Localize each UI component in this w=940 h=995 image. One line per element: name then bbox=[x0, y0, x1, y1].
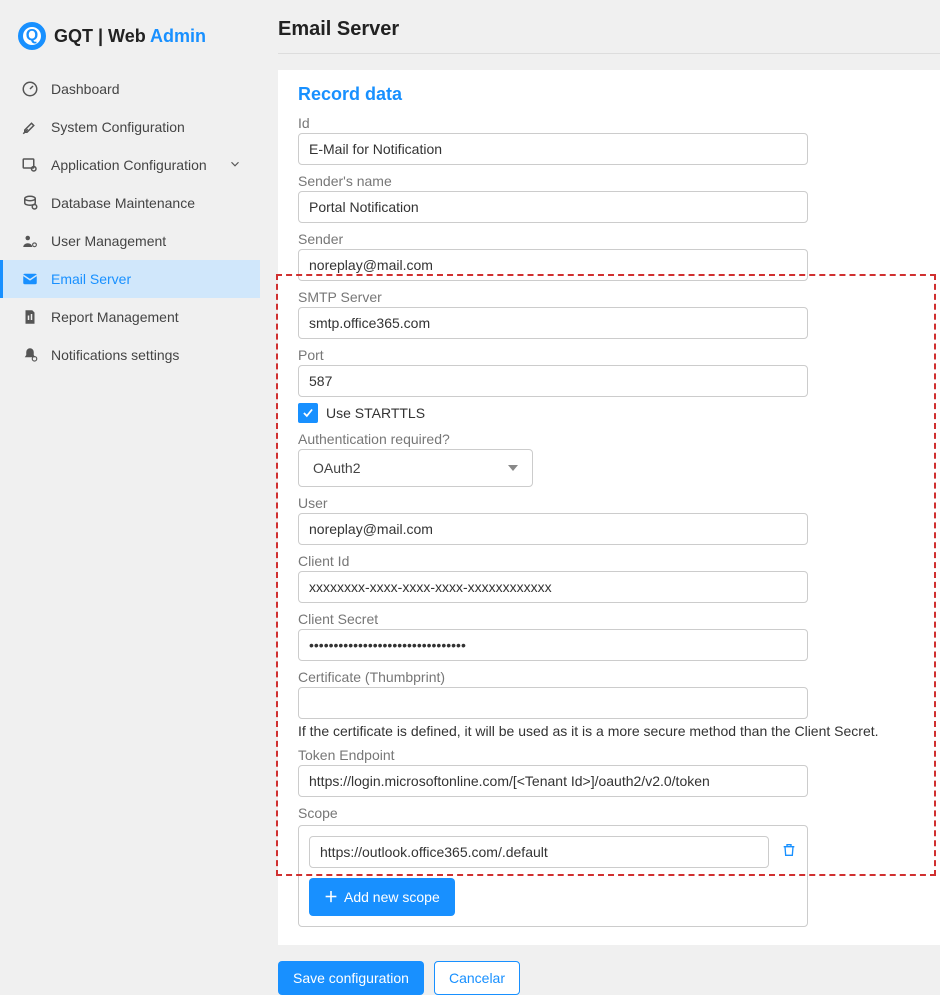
auth-select[interactable]: OAuth2 bbox=[298, 449, 533, 487]
sidebar-item-label: Notifications settings bbox=[51, 347, 179, 363]
sender-name-label: Sender's name bbox=[298, 173, 920, 189]
clientid-label: Client Id bbox=[298, 553, 920, 569]
sender-input[interactable] bbox=[298, 249, 808, 281]
gauge-icon bbox=[21, 80, 39, 98]
port-label: Port bbox=[298, 347, 920, 363]
card-title: Record data bbox=[298, 84, 920, 105]
sender-name-input[interactable] bbox=[298, 191, 808, 223]
chevron-down-icon bbox=[228, 157, 242, 174]
id-label: Id bbox=[298, 115, 920, 131]
cert-label: Certificate (Thumbprint) bbox=[298, 669, 920, 685]
delete-scope-button[interactable] bbox=[781, 842, 797, 863]
sender-label: Sender bbox=[298, 231, 920, 247]
main: Email Server Record data Id Sender's nam… bbox=[260, 0, 940, 930]
sidebar-item-label: Dashboard bbox=[51, 81, 120, 97]
database-icon bbox=[21, 194, 39, 212]
add-scope-button[interactable]: ＋ Add new scope bbox=[309, 878, 455, 916]
cert-input[interactable] bbox=[298, 687, 808, 719]
save-button[interactable]: Save configuration bbox=[278, 961, 424, 995]
footer-actions: Save configuration Cancelar bbox=[278, 945, 940, 995]
sidebar-item-report-mgmt[interactable]: Report Management bbox=[0, 298, 260, 336]
record-card: Record data Id Sender's name Sender SMTP… bbox=[278, 70, 940, 945]
sidebar-item-user-mgmt[interactable]: User Management bbox=[0, 222, 260, 260]
user-input[interactable] bbox=[298, 513, 808, 545]
sidebar-item-label: Database Maintenance bbox=[51, 195, 195, 211]
sidebar-item-label: User Management bbox=[51, 233, 166, 249]
sidebar-item-label: System Configuration bbox=[51, 119, 185, 135]
mail-icon bbox=[21, 270, 39, 288]
starttls-checkbox[interactable] bbox=[298, 403, 318, 423]
sidebar-item-app-config[interactable]: Application Configuration bbox=[0, 146, 260, 184]
sidebar-item-email-server[interactable]: Email Server bbox=[0, 260, 260, 298]
brand: Q GQT | Web Admin bbox=[0, 12, 260, 70]
smtp-input[interactable] bbox=[298, 307, 808, 339]
sidebar-item-system-config[interactable]: System Configuration bbox=[0, 108, 260, 146]
auth-select-value: OAuth2 bbox=[313, 460, 360, 476]
sidebar-item-notifications[interactable]: Notifications settings bbox=[0, 336, 260, 374]
page-title: Email Server bbox=[278, 18, 940, 54]
users-icon bbox=[21, 232, 39, 250]
sidebar: Q GQT | Web Admin Dashboard System Confi… bbox=[0, 0, 260, 930]
sidebar-item-dashboard[interactable]: Dashboard bbox=[0, 70, 260, 108]
auth-label: Authentication required? bbox=[298, 431, 920, 447]
cert-hint: If the certificate is defined, it will b… bbox=[298, 723, 920, 739]
sidebar-item-label: Report Management bbox=[51, 309, 179, 325]
cancel-button[interactable]: Cancelar bbox=[434, 961, 520, 995]
scope-box: ＋ Add new scope bbox=[298, 825, 808, 927]
add-scope-label: Add new scope bbox=[344, 889, 440, 905]
scope-label: Scope bbox=[298, 805, 920, 821]
brand-logo: Q bbox=[18, 22, 46, 50]
starttls-label: Use STARTTLS bbox=[326, 405, 425, 421]
scope-input[interactable] bbox=[309, 836, 769, 868]
token-endpoint-input[interactable] bbox=[298, 765, 808, 797]
plus-icon: ＋ bbox=[324, 887, 338, 907]
sidebar-item-label: Email Server bbox=[51, 271, 131, 287]
tools-icon bbox=[21, 118, 39, 136]
sidebar-item-db-maintenance[interactable]: Database Maintenance bbox=[0, 184, 260, 222]
clientsecret-input[interactable] bbox=[298, 629, 808, 661]
report-icon bbox=[21, 308, 39, 326]
token-endpoint-label: Token Endpoint bbox=[298, 747, 920, 763]
clientsecret-label: Client Secret bbox=[298, 611, 920, 627]
brand-text: GQT | Web Admin bbox=[54, 26, 206, 47]
sidebar-item-label: Application Configuration bbox=[51, 157, 207, 173]
caret-down-icon bbox=[508, 465, 518, 471]
user-label: User bbox=[298, 495, 920, 511]
smtp-label: SMTP Server bbox=[298, 289, 920, 305]
bell-icon bbox=[21, 346, 39, 364]
port-input[interactable] bbox=[298, 365, 808, 397]
id-input[interactable] bbox=[298, 133, 808, 165]
clientid-input[interactable] bbox=[298, 571, 808, 603]
window-gear-icon bbox=[21, 156, 39, 174]
